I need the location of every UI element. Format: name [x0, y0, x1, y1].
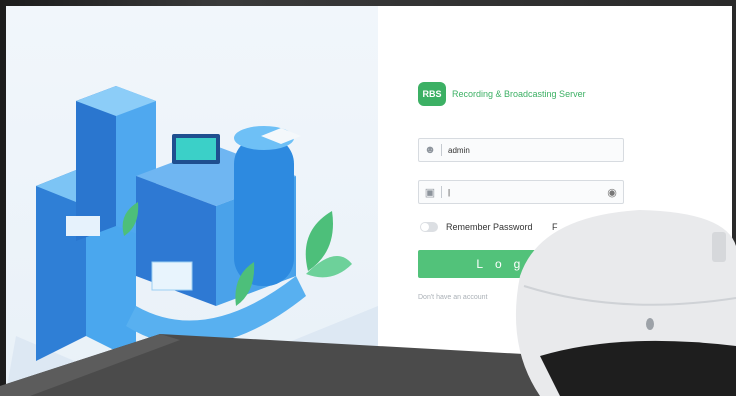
- password-value: |: [448, 187, 451, 197]
- signup-link[interactable]: Don't have an account: [418, 294, 487, 301]
- password-field[interactable]: ▣ | ◉: [418, 180, 624, 204]
- dome-camera-photo: [515, 210, 736, 396]
- eye-icon[interactable]: ◉: [601, 186, 623, 199]
- field-divider: [441, 186, 442, 198]
- user-icon: ☻: [424, 144, 436, 156]
- app-name: Recording & Broadcasting Server: [452, 89, 586, 99]
- rbs-logo: RBS: [418, 82, 446, 106]
- username-field[interactable]: ☻ admin: [418, 138, 624, 162]
- brand-header: RBS Recording & Broadcasting Server: [418, 82, 586, 106]
- username-value: admin: [448, 145, 470, 155]
- remember-toggle[interactable]: [420, 222, 438, 232]
- lock-icon: ▣: [424, 186, 436, 199]
- field-divider: [441, 144, 442, 156]
